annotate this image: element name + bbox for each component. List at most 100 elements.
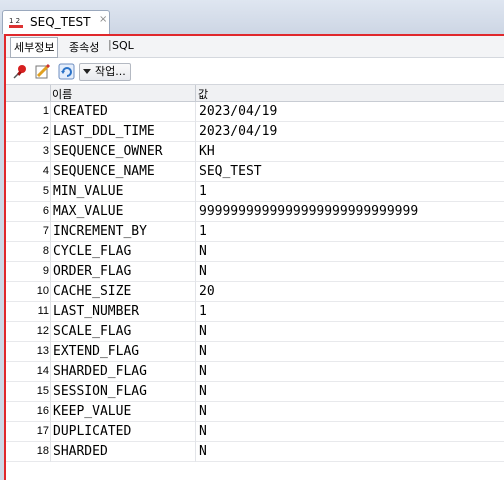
column-divider <box>50 142 51 162</box>
column-divider <box>50 282 51 302</box>
column-divider[interactable] <box>195 85 196 101</box>
svg-text:1 2: 1 2 <box>9 17 20 25</box>
column-divider <box>195 242 196 262</box>
property-value-cell: N <box>199 344 207 359</box>
column-header-value[interactable]: 값 <box>198 86 208 102</box>
property-name-cell: EXTEND_FLAG <box>53 344 140 359</box>
column-divider <box>50 342 51 362</box>
column-divider <box>195 102 196 122</box>
table-row[interactable]: 15 SESSION_FLAG N <box>6 382 504 402</box>
row-number: 15 <box>36 385 49 397</box>
table-row[interactable]: 16 KEEP_VALUE N <box>6 402 504 422</box>
table-row[interactable]: 7 INCREMENT_BY 1 <box>6 222 504 242</box>
column-divider <box>50 202 51 222</box>
pin-icon[interactable] <box>12 63 29 80</box>
table-row[interactable]: 10 CACHE_SIZE 20 <box>6 282 504 302</box>
table-row[interactable]: 18 SHARDED N <box>6 442 504 462</box>
property-name-cell: SCALE_FLAG <box>53 324 132 339</box>
table-row[interactable]: 5 MIN_VALUE 1 <box>6 182 504 202</box>
column-divider <box>50 442 51 462</box>
editor-tabstrip: 1 2 SEQ_TEST × <box>0 0 504 34</box>
table-row[interactable]: 6 MAX_VALUE 9999999999999999999999999999 <box>6 202 504 222</box>
sequence-icon: 1 2 <box>9 17 23 28</box>
column-divider <box>195 182 196 202</box>
table-row[interactable]: 13 EXTEND_FLAG N <box>6 342 504 362</box>
close-icon[interactable]: × <box>99 14 107 25</box>
column-divider <box>195 322 196 342</box>
table-row[interactable]: 2 LAST_DDL_TIME 2023/04/19 <box>6 122 504 142</box>
table-row[interactable]: 14 SHARDED_FLAG N <box>6 362 504 382</box>
row-number: 6 <box>42 205 49 217</box>
column-divider <box>50 322 51 342</box>
property-name-cell: SESSION_FLAG <box>53 384 147 399</box>
row-number: 7 <box>42 225 49 237</box>
property-value-cell: N <box>199 384 207 399</box>
row-number: 1 <box>42 105 49 117</box>
property-name-cell: SEQUENCE_NAME <box>53 164 155 179</box>
table-row[interactable]: 1 CREATED 2023/04/19 <box>6 102 504 122</box>
property-value-cell: N <box>199 424 207 439</box>
column-divider <box>195 162 196 182</box>
column-divider <box>195 262 196 282</box>
document-tab-title: SEQ_TEST <box>30 15 91 29</box>
row-number: 17 <box>36 425 49 437</box>
property-name-cell: CREATED <box>53 104 108 119</box>
document-tab-seq-test[interactable]: 1 2 SEQ_TEST × <box>2 10 110 34</box>
row-number: 18 <box>36 445 49 457</box>
property-value-cell: N <box>199 444 207 459</box>
column-divider <box>195 422 196 442</box>
property-value-cell: N <box>199 264 207 279</box>
property-name-cell: MIN_VALUE <box>53 184 124 199</box>
table-row[interactable]: 12 SCALE_FLAG N <box>6 322 504 342</box>
property-value-cell: SEQ_TEST <box>199 164 262 179</box>
refresh-icon[interactable] <box>58 63 75 80</box>
table-row[interactable]: 3 SEQUENCE_OWNER KH <box>6 142 504 162</box>
property-name-cell: SHARDED <box>53 444 108 459</box>
actions-dropdown-button[interactable]: 작업... <box>79 63 131 81</box>
column-header-name[interactable]: 이름 <box>52 86 72 102</box>
property-name-cell: LAST_DDL_TIME <box>53 124 155 139</box>
tab-sql[interactable]: SQL <box>112 39 134 52</box>
column-divider <box>50 102 51 122</box>
property-name-cell: ORDER_FLAG <box>53 264 132 279</box>
row-number: 9 <box>42 265 49 277</box>
property-value-cell: N <box>199 244 207 259</box>
toolbar: 작업... <box>6 58 504 84</box>
property-name-cell: SHARDED_FLAG <box>53 364 147 379</box>
row-number: 4 <box>42 165 49 177</box>
table-row[interactable]: 4 SEQUENCE_NAME SEQ_TEST <box>6 162 504 182</box>
table-row[interactable]: 17 DUPLICATED N <box>6 422 504 442</box>
property-value-cell: KH <box>199 144 215 159</box>
property-value-cell: 2023/04/19 <box>199 104 278 119</box>
table-row[interactable]: 8 CYCLE_FLAG N <box>6 242 504 262</box>
column-divider <box>50 382 51 402</box>
property-value-cell: N <box>199 404 207 419</box>
property-value-cell: 9999999999999999999999999999 <box>199 204 419 219</box>
grid-body: 1 CREATED 2023/04/19 2 LAST_DDL_TIME 2023/04/… <box>6 102 504 462</box>
table-row[interactable]: 11 LAST_NUMBER 1 <box>6 302 504 322</box>
row-number: 14 <box>36 365 49 377</box>
tab-dependencies[interactable]: 종속성 <box>69 39 99 55</box>
column-divider <box>50 422 51 442</box>
column-divider <box>195 382 196 402</box>
edit-icon[interactable] <box>34 63 51 80</box>
column-divider <box>195 442 196 462</box>
column-divider <box>195 142 196 162</box>
property-name-cell: CYCLE_FLAG <box>53 244 132 259</box>
chevron-down-icon <box>83 69 91 74</box>
column-divider <box>195 302 196 322</box>
tab-details[interactable]: 세부정보 <box>10 37 59 58</box>
column-divider <box>50 362 51 382</box>
row-number: 2 <box>42 125 49 137</box>
property-value-cell: 1 <box>199 304 207 319</box>
actions-label: 작업... <box>95 65 126 78</box>
column-divider <box>195 402 196 422</box>
row-number: 5 <box>42 185 49 197</box>
row-number: 12 <box>36 325 49 337</box>
column-divider <box>50 85 51 101</box>
grid-header: 이름 값 <box>6 84 504 102</box>
column-divider <box>50 222 51 242</box>
table-row[interactable]: 9 ORDER_FLAG N <box>6 262 504 282</box>
column-divider <box>195 342 196 362</box>
column-divider <box>195 202 196 222</box>
